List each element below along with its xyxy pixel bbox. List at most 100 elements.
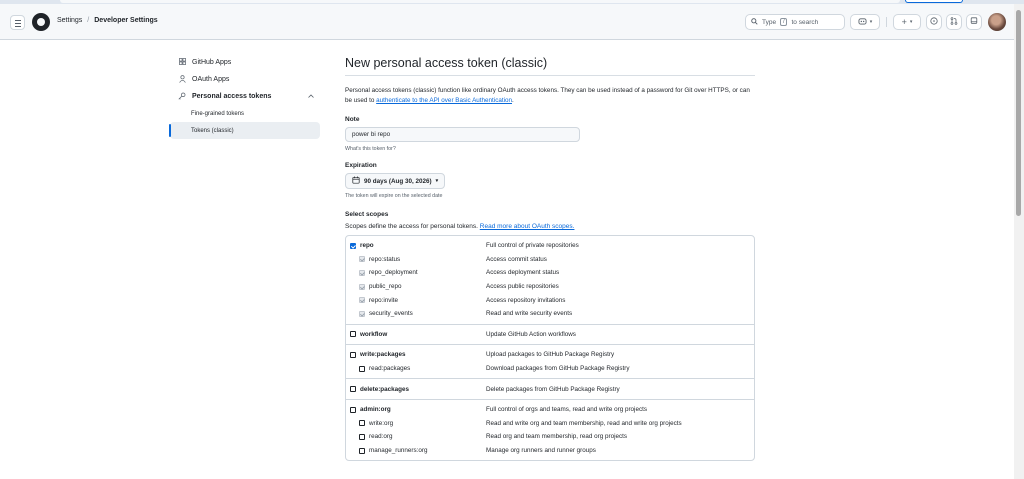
- page-description: Personal access tokens (classic) functio…: [345, 86, 755, 106]
- sidebar-item-oauth-apps[interactable]: OAuth Apps: [170, 71, 320, 88]
- scope-checkbox[interactable]: [359, 447, 365, 454]
- note-hint: What's this token for?: [345, 146, 396, 152]
- scope-checkbox[interactable]: [350, 331, 356, 338]
- chevron-down-icon: ▾: [869, 19, 873, 25]
- scope-checkbox[interactable]: [359, 297, 365, 304]
- scope-description: Read and write security events: [486, 310, 573, 318]
- scope-name-cell: write:packages: [346, 351, 486, 358]
- scope-sub-row: repo:status Access commit status: [346, 253, 754, 267]
- scope-name-cell: manage_runners:org: [346, 447, 486, 454]
- scope-name-cell: repo:status: [346, 256, 486, 263]
- scope-name-cell: delete:packages: [346, 386, 486, 393]
- scope-name[interactable]: read:org: [369, 433, 392, 440]
- scope-description: Access repository invitations: [486, 296, 566, 304]
- expiration-hint: The token will expire on the selected da…: [345, 193, 443, 199]
- scope-sub-row: repo_deployment Access deployment status: [346, 266, 754, 280]
- scope-name[interactable]: write:packages: [360, 351, 406, 358]
- scope-name-cell: security_events: [346, 310, 486, 317]
- scope-sub-row: security_events Read and write security e…: [346, 307, 754, 321]
- scope-name[interactable]: repo:invite: [369, 297, 398, 304]
- scope-name[interactable]: read:packages: [369, 365, 410, 372]
- avatar[interactable]: [988, 13, 1006, 31]
- scope-checkbox[interactable]: [359, 420, 365, 427]
- scope-description: Read and write org and team membership, …: [486, 419, 682, 427]
- global-header: Settings / Developer Settings Type / to …: [0, 4, 1014, 40]
- key-icon: [178, 92, 186, 102]
- browser-action-button[interactable]: [905, 0, 963, 3]
- chevron-down-icon: ▾: [909, 19, 913, 25]
- scope-sub-row: public_repo Access public repositories: [346, 280, 754, 294]
- scope-checkbox[interactable]: [359, 433, 365, 440]
- search-input[interactable]: Type / to search: [745, 14, 845, 30]
- pull-requests-button[interactable]: [946, 14, 962, 30]
- scope-name[interactable]: repo:status: [369, 256, 400, 263]
- sidebar-item-label: Fine-grained tokens: [191, 110, 245, 117]
- inbox-button[interactable]: [966, 14, 982, 30]
- issue-opened-icon: [930, 17, 938, 27]
- github-logo-icon[interactable]: [32, 13, 50, 31]
- scope-name[interactable]: repo: [360, 242, 374, 249]
- sidebar-item-label: Personal access tokens: [192, 93, 272, 100]
- scope-description: Upload packages to GitHub Package Regist…: [486, 351, 615, 359]
- scope-description: Access commit status: [486, 255, 547, 263]
- sidebar-item-fine-grained-tokens[interactable]: Fine-grained tokens: [170, 105, 320, 122]
- scope-checkbox[interactable]: [350, 351, 356, 358]
- scopes-list: repo Full control of private repositories…: [345, 235, 755, 462]
- developer-settings-sidebar: GitHub Apps OAuth Apps Personal access t…: [169, 54, 320, 139]
- expiration-label: Expiration: [345, 162, 377, 169]
- sidebar-item-label: Tokens (classic): [191, 127, 234, 134]
- scope-description: Download packages from GitHub Package Re…: [486, 365, 630, 373]
- scope-name[interactable]: repo_deployment: [369, 269, 418, 276]
- breadcrumb-separator: /: [87, 17, 90, 24]
- scope-name-cell: public_repo: [346, 283, 486, 290]
- scope-name[interactable]: workflow: [360, 331, 387, 338]
- scope-name[interactable]: public_repo: [369, 283, 402, 290]
- pull-request-icon: [950, 17, 958, 27]
- scope-checkbox[interactable]: [359, 310, 365, 317]
- scope-description: Full control of orgs and teams, read and…: [486, 406, 647, 414]
- scope-group-write-packages: write:packages Upload packages to GitHub …: [346, 344, 754, 378]
- search-icon: [751, 17, 758, 27]
- oauth-scopes-link[interactable]: Read more about OAuth scopes.: [480, 223, 575, 230]
- issues-button[interactable]: [926, 14, 942, 30]
- note-field[interactable]: power bi repo: [345, 127, 580, 142]
- scope-sub-row: read:packages Download packages from GitH…: [346, 362, 754, 376]
- scope-row: write:packages Upload packages to GitHub …: [346, 348, 754, 362]
- scope-name[interactable]: write:org: [369, 420, 393, 427]
- scope-checkbox[interactable]: [359, 283, 365, 290]
- scope-checkbox[interactable]: [350, 386, 356, 393]
- sidebar-item-tokens-classic[interactable]: Tokens (classic): [169, 122, 320, 139]
- chevron-up-icon[interactable]: [308, 93, 314, 100]
- search-shortcut-key: /: [780, 18, 788, 26]
- scope-description: Access public repositories: [486, 283, 559, 291]
- scope-checkbox[interactable]: [350, 406, 356, 413]
- browser-address-bar[interactable]: [60, 0, 900, 3]
- scope-description: Read org and team membership, read org p…: [486, 433, 628, 441]
- scope-checkbox[interactable]: [359, 365, 365, 372]
- breadcrumb-developer-settings[interactable]: Developer Settings: [94, 17, 157, 24]
- scope-name[interactable]: admin:org: [360, 406, 391, 413]
- scope-checkbox[interactable]: [359, 256, 365, 263]
- scope-name[interactable]: manage_runners:org: [369, 447, 427, 454]
- scope-checkbox[interactable]: [359, 269, 365, 276]
- menu-icon[interactable]: [10, 15, 25, 30]
- scope-description: Update GitHub Action workflows: [486, 330, 576, 338]
- scope-name-cell: repo: [346, 242, 486, 249]
- scope-sub-row: read:org Read org and team membership, re…: [346, 430, 754, 444]
- scope-group-repo: repo Full control of private repositories…: [346, 236, 754, 324]
- breadcrumb-settings[interactable]: Settings: [57, 17, 82, 24]
- sidebar-item-personal-access-tokens[interactable]: Personal access tokens: [170, 88, 320, 105]
- basic-auth-link[interactable]: authenticate to the API over Basic Authe…: [376, 97, 512, 104]
- scopes-description: Scopes define the access for personal to…: [345, 223, 755, 230]
- sidebar-item-github-apps[interactable]: GitHub Apps: [170, 54, 320, 71]
- scope-name[interactable]: delete:packages: [360, 386, 409, 393]
- apps-grid-icon: [178, 58, 186, 67]
- page-title: New personal access token (classic): [345, 54, 755, 76]
- expiration-select[interactable]: 90 days (Aug 30, 2026) ▾: [345, 173, 446, 189]
- scope-name[interactable]: security_events: [369, 310, 413, 317]
- scope-checkbox[interactable]: [350, 242, 356, 249]
- create-new-button[interactable]: + ▾: [893, 14, 921, 30]
- scrollbar-thumb[interactable]: [1016, 10, 1021, 216]
- token-form: New personal access token (classic) Pers…: [345, 54, 755, 462]
- copilot-button[interactable]: ▾: [850, 14, 880, 30]
